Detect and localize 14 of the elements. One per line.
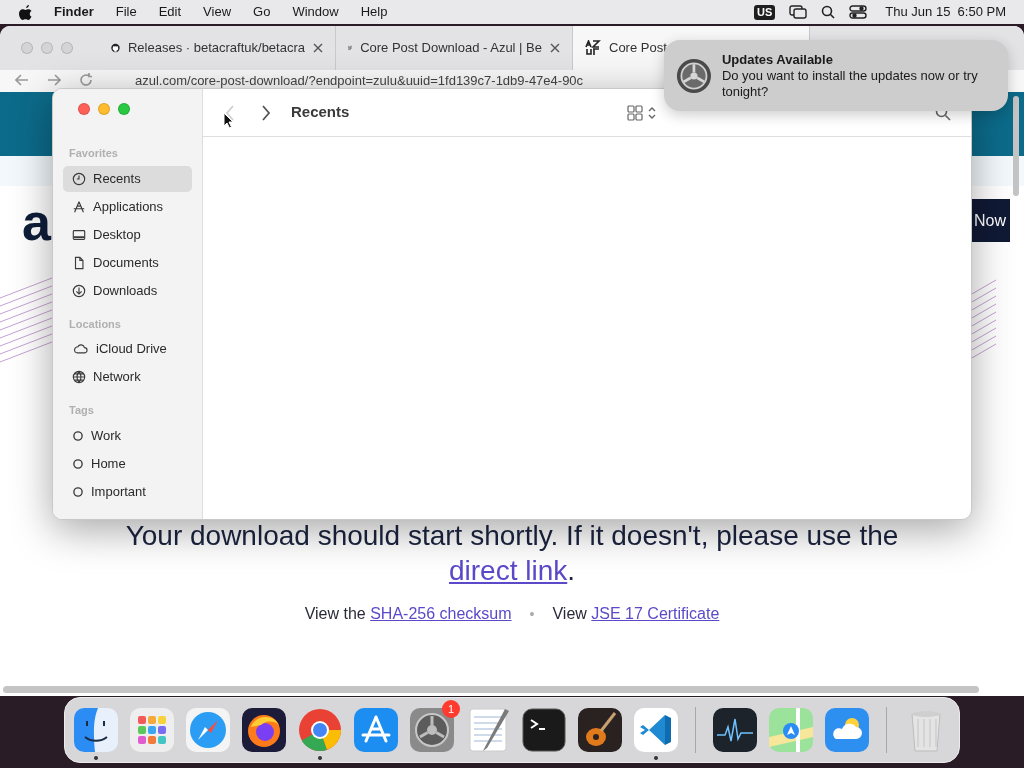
tab-title: Releases · betacraftuk/betacra <box>127 39 305 58</box>
sidebar-heading: Locations <box>68 316 122 332</box>
window-title: Recents <box>291 102 350 123</box>
tab-title: Core Post Download - Azul | Be <box>360 39 542 58</box>
download-message: Your download should start shortly. If it doesn't, please use the direct link. <box>124 519 900 588</box>
notification-title: Updates Available <box>721 51 834 68</box>
sidebar-heading: Favorites <box>68 146 119 161</box>
separator-dot: • <box>529 604 535 624</box>
sidebar-heading: Tags <box>68 403 95 418</box>
notification-body: Do you want to install the updates now or try tonight? <box>721 67 979 100</box>
checksum-text: View the SHA-256 checksum <box>304 604 512 624</box>
certificate-text: View JSE 17 Certificate <box>552 604 720 624</box>
notification-badge: 1 <box>442 700 460 718</box>
tab-title: Core Post <box>609 39 667 58</box>
